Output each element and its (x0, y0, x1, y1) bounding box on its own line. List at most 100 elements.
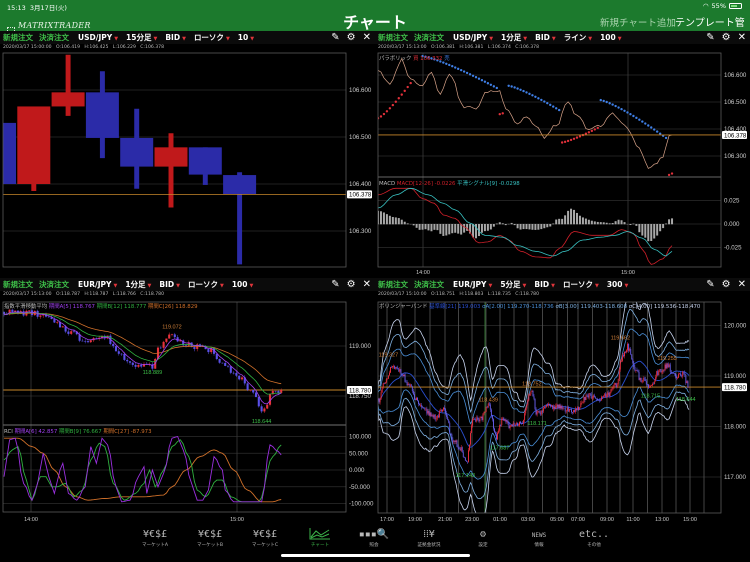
chart-type-dropdown[interactable]: ローソク ▼ (194, 32, 230, 43)
ema-c-value: 期間C[26] 118.829 (147, 304, 198, 310)
timeframe-dropdown[interactable]: 5分足 ▼ (500, 279, 526, 290)
candle (534, 398, 536, 409)
new-order-button[interactable]: 新規注文 (3, 279, 33, 290)
gear-icon[interactable]: ⚙ (347, 279, 356, 290)
count-dropdown[interactable]: 300 ▼ (607, 280, 629, 289)
nav-item-4[interactable]: チャート (295, 528, 345, 548)
candle (559, 404, 561, 409)
timeframe-dropdown[interactable]: 15分足 ▼ (126, 32, 157, 43)
chart-type-dropdown[interactable]: ライン ▼ (564, 32, 592, 43)
new-order-button[interactable]: 新規注文 (378, 279, 408, 290)
x-axis-label: 23:00 (465, 517, 479, 523)
candle (520, 421, 521, 424)
sar-dot (632, 114, 635, 118)
candle (429, 412, 431, 416)
candle (407, 383, 409, 386)
nav-item-2[interactable]: ¥€$£ マーケットB (185, 528, 235, 548)
gear-icon[interactable]: ⚙ (722, 32, 731, 43)
side-dropdown[interactable]: BID ▼ (165, 33, 186, 42)
macd-histogram-bar (400, 219, 403, 225)
chart-type-dropdown[interactable]: ローソク ▼ (188, 279, 224, 290)
candle (633, 363, 635, 367)
close-icon[interactable]: ✕ (738, 279, 746, 290)
side-dropdown[interactable]: BID ▼ (534, 280, 555, 289)
pair-dropdown[interactable]: USD/JPY ▼ (78, 33, 118, 42)
candle (397, 367, 399, 370)
sar-dot (655, 130, 659, 133)
chart-panel-3[interactable]: 119.072 118.889 118.644 119.000 118.750 100.0… (0, 278, 375, 525)
pencil-icon[interactable]: ✎ (331, 279, 339, 290)
close-icon[interactable]: ✕ (738, 32, 746, 43)
pair-dropdown[interactable]: USD/JPY ▼ (453, 33, 493, 42)
count-dropdown[interactable]: 10 ▼ (238, 33, 254, 42)
new-order-button[interactable]: 新規注文 (3, 32, 33, 43)
nav-item-1[interactable]: ¥€$£ マーケットA (130, 528, 180, 548)
pair-dropdown[interactable]: EUR/JPY ▼ (453, 280, 492, 289)
nav-item-3[interactable]: ¥€$£ マーケットC (240, 528, 290, 548)
y-axis-label: 106.400 (349, 181, 372, 188)
candle (601, 396, 603, 401)
gear-icon[interactable]: ⚙ (347, 32, 356, 43)
macd-histogram-bar (388, 215, 391, 225)
nav-item-9[interactable]: etc.. その他 (569, 528, 619, 548)
timeframe-dropdown[interactable]: 1分足 ▼ (501, 32, 527, 43)
macd-histogram-bar (445, 224, 448, 236)
chart-canvas[interactable]: 119.327 117.143 118.439 117.687 118.752 118.1… (375, 278, 750, 525)
home-indicator[interactable] (281, 554, 470, 557)
candle (403, 374, 405, 377)
sar-dot (480, 79, 484, 82)
close-icon[interactable]: ✕ (363, 32, 371, 43)
chart-canvas[interactable]: 106.600106.500106.400106.3000.0250.000-0… (375, 31, 750, 278)
close-order-button[interactable]: 決済注文 (39, 32, 69, 43)
macd-histogram-bar (519, 224, 522, 230)
nav-item-5[interactable]: ▪▪▪🔍 照会 (349, 528, 399, 548)
sar-dot (664, 136, 668, 140)
candle (510, 425, 512, 427)
candle (465, 460, 467, 462)
candle (395, 367, 397, 369)
close-order-button[interactable]: 決済注文 (39, 279, 69, 290)
parabolic-legend: パラボリック 買 106.332 売 (379, 54, 450, 62)
sar-dot (498, 112, 501, 116)
chart-panel-2[interactable]: 106.600 106.500 106.400 106.300 0.025 0.000 -0… (375, 31, 750, 278)
y-axis-label: 106.600 (724, 72, 747, 79)
macd-histogram-bar (575, 212, 578, 225)
chart-panel-4[interactable]: 119.327 117.143 118.439 117.687 118.752 118.1… (375, 278, 750, 525)
candle (390, 366, 391, 373)
macd-histogram-bar (537, 224, 540, 230)
pencil-icon[interactable]: ✎ (706, 279, 714, 290)
x-axis-label: 13:00 (655, 517, 669, 523)
macd-histogram-bar (397, 218, 400, 225)
timeframe-dropdown[interactable]: 1分足 ▼ (125, 279, 151, 290)
close-order-button[interactable]: 決済注文 (414, 279, 444, 290)
nav-icon: ⁞⁞¥ (423, 529, 435, 540)
pencil-icon[interactable]: ✎ (706, 32, 714, 43)
chart-canvas[interactable]: 119.072118.889118.644119.000118.750100.0… (0, 278, 375, 525)
count-dropdown[interactable]: 100 ▼ (232, 280, 254, 289)
nav-item-8[interactable]: NEWS 情報 (514, 528, 564, 548)
close-icon[interactable]: ✕ (363, 279, 371, 290)
side-dropdown[interactable]: BID ▼ (159, 280, 180, 289)
chart-type-dropdown[interactable]: ローソク ▼ (563, 279, 599, 290)
chart-panel-1[interactable]: 106.600 106.500 106.400 106.300 106.378 新規注文… (0, 31, 375, 278)
candle (488, 403, 490, 405)
sar-dot (647, 124, 650, 127)
candle (517, 425, 519, 427)
candle (582, 402, 584, 404)
side-dropdown[interactable]: BID ▼ (535, 33, 556, 42)
count-dropdown[interactable]: 100 ▼ (600, 33, 622, 42)
price-marker-label: 119.255 (657, 356, 676, 362)
nav-item-7[interactable]: ⚙ 設定 (458, 528, 508, 548)
candle (667, 363, 669, 368)
nav-item-6[interactable]: ⁞⁞¥ 証拠金状況 (404, 528, 454, 548)
new-order-button[interactable]: 新規注文 (378, 32, 408, 43)
candle (525, 408, 527, 414)
close-order-button[interactable]: 決済注文 (414, 32, 444, 43)
chart-canvas[interactable]: 106.600 106.500 106.400 106.300 106.378 (0, 31, 375, 278)
gear-icon[interactable]: ⚙ (722, 279, 731, 290)
add-chart-button[interactable]: 新規チャート追加 (600, 15, 676, 29)
count-label: 300 (606, 280, 623, 289)
pair-dropdown[interactable]: EUR/JPY ▼ (78, 280, 117, 289)
candle (684, 372, 686, 375)
pencil-icon[interactable]: ✎ (331, 32, 339, 43)
